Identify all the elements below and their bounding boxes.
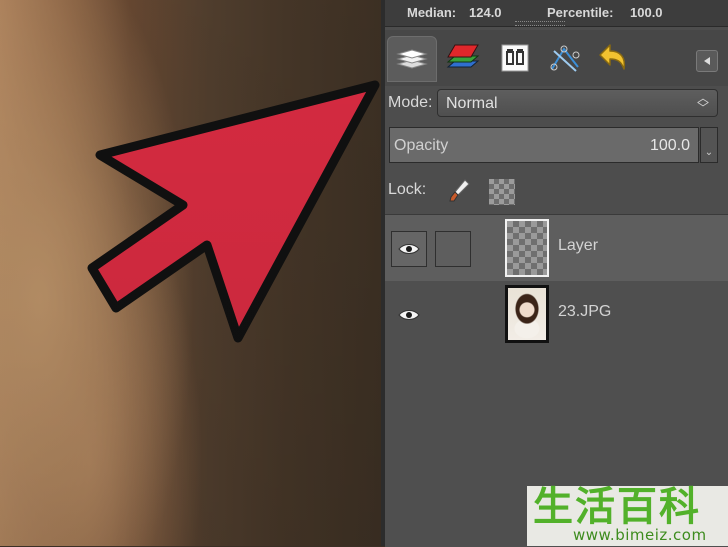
layers-icon — [396, 49, 428, 69]
median-label: Median: — [407, 5, 457, 20]
watermark: 生活百科 www.bimeiz.com — [527, 486, 728, 546]
undo-history-icon — [599, 44, 626, 70]
lock-pixels-toggle[interactable] — [445, 177, 473, 205]
tab-layers[interactable] — [387, 36, 437, 82]
histogram-stats-bar: Median: 124.0 Percentile: 100.0 — [385, 0, 728, 27]
alpha-lock-icon[interactable] — [489, 179, 515, 205]
opacity-slider[interactable]: Opacity 100.0 — [389, 127, 699, 163]
drag-handle[interactable] — [515, 21, 565, 26]
tab-menu-button[interactable] — [696, 50, 718, 72]
eye-icon — [398, 310, 420, 320]
watermark-url: www.bimeiz.com — [573, 526, 707, 544]
layer-thumbnail — [505, 285, 549, 343]
eye-icon — [398, 244, 420, 254]
tab-paths[interactable] — [491, 36, 539, 80]
percentile-value: 100.0 — [630, 5, 663, 20]
paths-icon — [501, 44, 529, 72]
tab-channels[interactable] — [439, 36, 487, 80]
paintbrush-icon — [449, 179, 470, 202]
opacity-stepper[interactable]: ⌄ — [700, 127, 718, 163]
visibility-toggle[interactable] — [391, 297, 427, 333]
channels-icon — [446, 44, 480, 68]
layer-row-layer[interactable]: Layer — [385, 215, 728, 281]
tab-colormap[interactable] — [541, 36, 589, 80]
updown-chevron-icon: ︿ ﹀ — [696, 91, 709, 115]
visibility-toggle[interactable] — [391, 231, 427, 267]
layer-name[interactable]: 23.JPG — [558, 303, 611, 321]
dock-tabs — [385, 30, 728, 86]
percentile-label: Percentile: — [547, 5, 614, 20]
triangle-left-icon — [704, 57, 710, 65]
mode-value: Normal — [446, 95, 498, 112]
layers-dock-panel: Median: 124.0 Percentile: 100.0 Mode: No… — [381, 0, 728, 547]
red-arrow-annotation — [87, 80, 380, 343]
mode-label: Mode: — [388, 94, 433, 111]
mode-select[interactable]: Normal ︿ ﹀ — [437, 89, 718, 117]
chain-toggle[interactable] — [435, 231, 471, 267]
opacity-label: Opacity — [394, 137, 449, 154]
median-value: 124.0 — [469, 5, 502, 20]
layer-row-photo[interactable]: 23.JPG — [385, 281, 728, 347]
image-canvas[interactable] — [0, 0, 381, 546]
layer-thumbnail — [505, 219, 549, 277]
opacity-value: 100.0 — [649, 137, 690, 154]
lock-row: Lock: — [385, 173, 728, 209]
chevron-down-icon: ⌄ — [704, 147, 714, 158]
colormap-icon — [550, 45, 580, 72]
watermark-chinese: 生活百科 — [533, 484, 701, 530]
tab-undo-history[interactable] — [589, 36, 637, 80]
layer-name[interactable]: Layer — [558, 237, 598, 255]
lock-label: Lock: — [388, 181, 427, 198]
